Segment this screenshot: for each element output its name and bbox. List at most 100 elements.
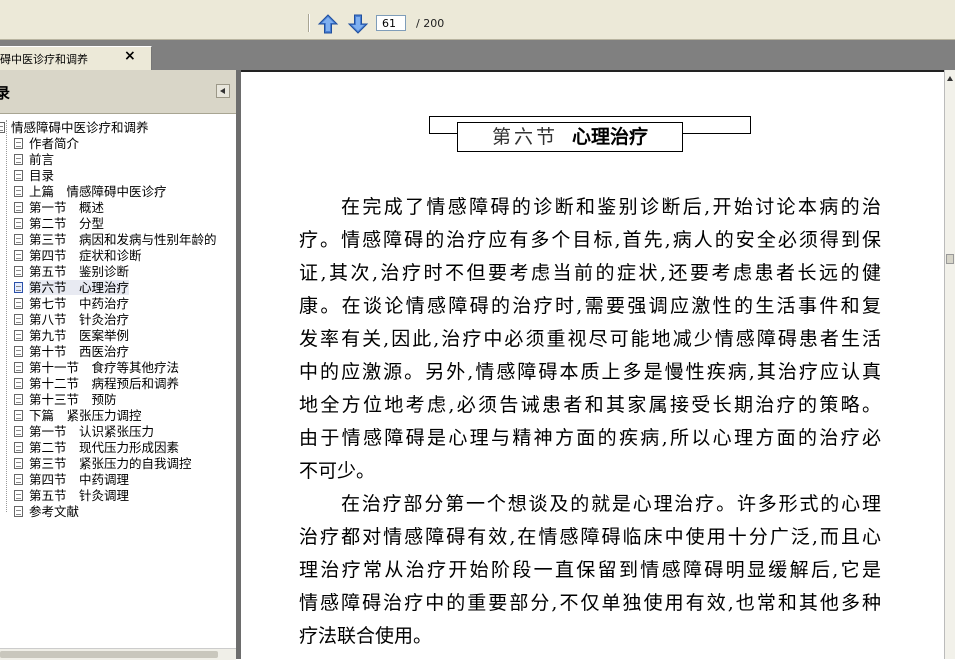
bookmark-item[interactable]: 第四节 症状和诊断 — [14, 248, 142, 264]
text-line: 情感障碍治疗中的重要部分,不仅单独使用有效,也常和其他多种 — [299, 592, 881, 614]
bookmark-icon — [14, 250, 23, 261]
bookmark-item[interactable]: 第九节 医案举例 — [14, 328, 129, 344]
horizontal-scroll-thumb[interactable] — [0, 651, 218, 658]
bookmark-item[interactable]: 第六节 心理治疗 — [14, 280, 130, 296]
section-title: 心理治疗 — [572, 126, 649, 148]
bookmark-icon — [14, 282, 23, 293]
bookmark-label: 第十一节 食疗等其他疗法 — [29, 360, 180, 375]
bookmark-icon — [14, 490, 23, 501]
bookmark-icon — [14, 186, 23, 197]
bookmark-item[interactable]: 目录 — [14, 168, 54, 184]
bookmark-label: 第十三节 预防 — [29, 392, 117, 407]
bookmark-panel-title: 录 — [0, 84, 11, 102]
bookmark-item[interactable]: 第十三节 预防 — [14, 392, 117, 408]
bookmark-label: 第五节 针灸调理 — [29, 488, 130, 503]
bookmark-icon — [14, 298, 23, 309]
bookmark-label: 目录 — [29, 168, 55, 183]
bookmark-icon — [14, 394, 23, 405]
bookmark-item[interactable]: 第二节 现代压力形成因素 — [14, 440, 179, 456]
bookmark-item[interactable]: 第五节 鉴别诊断 — [14, 264, 129, 280]
arrow-down-icon — [347, 14, 369, 34]
bookmark-item[interactable]: 前言 — [14, 152, 54, 168]
bookmark-icon — [14, 314, 23, 325]
bookmark-item[interactable]: 第八节 针灸治疗 — [14, 312, 129, 328]
bookmark-item[interactable]: 作者简介 — [14, 136, 79, 152]
bookmark-label: 第一节 概述 — [29, 200, 105, 215]
bookmark-label: 第四节 中药调理 — [29, 472, 130, 487]
toolbar-separator — [308, 14, 310, 32]
previous-page-button[interactable] — [317, 13, 339, 35]
vertical-scroll-thumb[interactable] — [946, 254, 954, 264]
bookmark-label: 第五节 鉴别诊断 — [29, 264, 130, 279]
bookmark-item[interactable]: 第四节 中药调理 — [14, 472, 129, 488]
bookmark-icon — [14, 330, 23, 341]
bookmark-item[interactable]: 第七节 中药治疗 — [14, 296, 129, 312]
scroll-up-icon[interactable] — [945, 72, 955, 84]
vertical-scrollbar[interactable] — [944, 70, 955, 659]
bookmark-label: 上篇 情感障碍中医诊疗 — [29, 184, 167, 199]
bookmark-icon — [14, 378, 23, 389]
bookmark-label: 第七节 中药治疗 — [29, 296, 130, 311]
document-tab[interactable]: 碍中医诊疗和调养 × — [0, 46, 152, 70]
text-line: 理治疗常从治疗开始阶段一直保留到情感障碍明显缓解后,它是 — [299, 559, 881, 581]
text-line: 疗。情感障碍的治疗应有多个目标,首先,病人的安全必须得到保 — [299, 229, 881, 251]
bookmark-icon — [0, 122, 5, 133]
bookmark-item[interactable]: 第十二节 病程预后和调养 — [14, 376, 179, 392]
bookmark-icon — [14, 154, 23, 165]
tab-strip: 碍中医诊疗和调养 × — [0, 40, 955, 70]
bookmark-item[interactable]: 第二节 分型 — [14, 216, 104, 232]
bookmark-icon — [14, 426, 23, 437]
bookmark-icon — [14, 346, 23, 357]
document-tab-label: 碍中医诊疗和调养 — [0, 53, 88, 66]
bookmark-item[interactable]: 第一节 概述 — [14, 200, 104, 216]
bookmark-label: 参考文献 — [29, 504, 80, 519]
bookmark-label: 下篇 紧张压力调控 — [29, 408, 142, 423]
bookmark-item[interactable]: 第十一节 食疗等其他疗法 — [14, 360, 179, 376]
bookmark-item[interactable]: 参考文献 — [14, 504, 79, 520]
bookmark-icon — [14, 410, 23, 421]
bookmark-label: 情感障碍中医诊疗和调养 — [11, 120, 149, 135]
close-tab-icon[interactable]: × — [124, 48, 136, 64]
bookmark-label: 第六节 心理治疗 — [29, 280, 130, 295]
text-line: 疗法联合使用。 — [299, 625, 433, 647]
bookmark-item[interactable]: 第十节 西医治疗 — [14, 344, 129, 360]
bookmark-label: 第三节 病因和发病与性别年龄的 — [29, 232, 217, 247]
bookmark-item[interactable]: 上篇 情感障碍中医诊疗 — [14, 184, 167, 200]
bookmark-icon — [14, 506, 23, 517]
bookmark-item[interactable]: 下篇 紧张压力调控 — [14, 408, 142, 424]
bookmark-label: 作者简介 — [29, 136, 80, 151]
text-line: 在完成了情感障碍的诊断和鉴别诊断后,开始讨论本病的治 — [341, 196, 881, 218]
bookmark-item[interactable]: 情感障碍中医诊疗和调养 — [0, 120, 149, 136]
tree-connector — [6, 120, 8, 512]
bookmark-label: 第一节 认识紧张压力 — [29, 424, 155, 439]
bookmark-label: 第十节 西医治疗 — [29, 344, 130, 359]
bookmark-panel-header: 录 — [0, 70, 236, 114]
text-line: 不可少。 — [299, 460, 376, 482]
bookmark-icon — [14, 234, 23, 245]
text-line: 发率有关,因此,治疗中必须重视尽可能地减少情感障碍患者生活 — [299, 328, 881, 350]
text-line: 在治疗部分第一个想谈及的就是心理治疗。许多形式的心理 — [341, 493, 881, 515]
toolbar: / 200 — [0, 6, 955, 40]
bookmark-item[interactable]: 第三节 紧张压力的自我调控 — [14, 456, 192, 472]
collapse-panel-button[interactable] — [216, 84, 230, 98]
bookmark-label: 第二节 现代压力形成因素 — [29, 440, 180, 455]
text-line: 康。在谈论情感障碍的治疗时,需要强调应激性的生活事件和复 — [299, 295, 881, 317]
text-line: 证,其次,治疗时不但要考虑当前的症状,还要考虑患者长远的健 — [299, 262, 881, 284]
bookmark-label: 第九节 医案举例 — [29, 328, 130, 343]
bookmark-icon — [14, 138, 23, 149]
page-number-input[interactable] — [376, 15, 406, 31]
bookmark-icon — [14, 458, 23, 469]
bookmark-icon — [14, 474, 23, 485]
bookmark-label: 第八节 针灸治疗 — [29, 312, 130, 327]
bookmark-item[interactable]: 第一节 认识紧张压力 — [14, 424, 154, 440]
bookmark-icon — [14, 362, 23, 373]
next-page-button[interactable] — [347, 13, 369, 35]
bookmark-icon — [14, 218, 23, 229]
horizontal-scrollbar[interactable] — [0, 648, 236, 660]
bookmark-panel: 录 情感障碍中医诊疗和调养 作者简介 前言 目录 上篇 情感障碍中医诊疗 第一节 概述 第二… — [0, 70, 236, 660]
section-number: 第六节 — [491, 126, 558, 148]
bookmark-item[interactable]: 第五节 针灸调理 — [14, 488, 129, 504]
document-page: 第六节 心理治疗 在完成了情感障碍的诊断和鉴别诊断后,开始讨论本病的治疗。情感障碍… — [241, 70, 944, 659]
bookmark-item[interactable]: 第三节 病因和发病与性别年龄的 — [14, 232, 217, 248]
bookmark-icon — [14, 266, 23, 277]
